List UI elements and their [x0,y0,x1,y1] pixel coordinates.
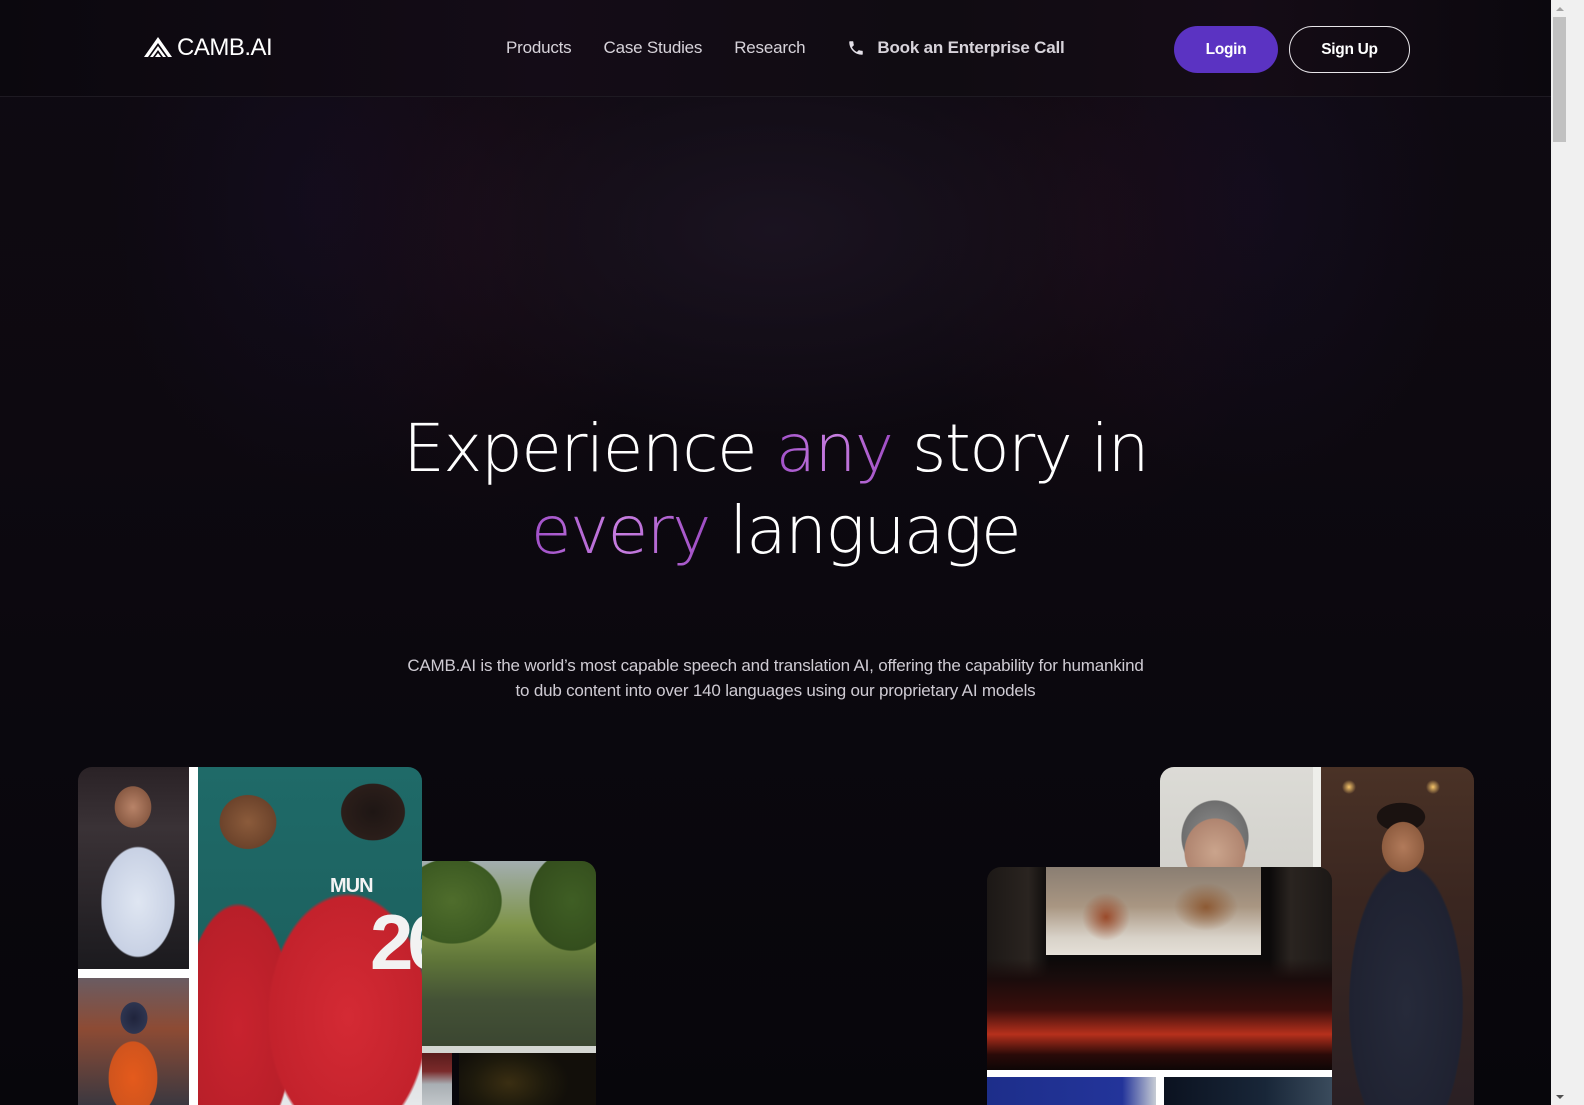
scroll-down-arrow-icon [1555,1094,1564,1099]
hero-title: Experience any story in every language [0,408,1551,572]
cinema-screen [1046,867,1261,955]
collage-divider [78,969,189,978]
outdoor-yoga-class-photo [422,861,596,1046]
logo-text: CAMB.AI [177,34,273,61]
jersey-number: 26 [370,898,422,986]
tennis-player-photo [78,767,189,969]
nav-products[interactable]: Products [506,38,572,58]
hero-title-part1: Experience [403,410,758,487]
american-football-player-photo [78,978,189,1105]
collage-divider [1313,767,1321,867]
page-background: CAMB.AI Products Case Studies Research B… [0,0,1551,1105]
hero-subtitle: CAMB.AI is the world’s most capable spee… [0,653,1551,703]
vertical-scrollbar[interactable] [1551,0,1584,1105]
top-navigation-bar: CAMB.AI Products Case Studies Research B… [0,0,1551,97]
scrollbar-thumb[interactable] [1553,17,1566,142]
camb-logo-icon [144,37,172,57]
dark-scene-photo-thumbnail [459,1053,596,1105]
hero-title-accent-any: any [775,410,894,487]
login-button[interactable]: Login [1174,26,1278,73]
collage-divider [1156,1077,1164,1105]
hero-subtitle-line1: CAMB.AI is the world’s most capable spee… [407,656,1144,675]
signup-button[interactable]: Sign Up [1289,26,1410,73]
blue-scene-photo-thumbnail [987,1077,1156,1105]
hero-title-part2: story in [911,410,1149,487]
scrollbar-track[interactable] [1551,0,1568,1105]
scroll-up-arrow-icon [1555,6,1564,11]
movie-theater-audience-photo [987,867,1332,1071]
elderly-woman-portrait-photo [1160,767,1320,867]
scroll-up-button[interactable] [1551,0,1568,17]
collage-divider [422,1046,596,1053]
tree-photo-thumbnail [422,1053,452,1105]
scrollbar-gutter [1568,0,1584,1105]
collage-divider [189,767,198,1105]
hero-title-accent-every: every [530,492,711,569]
main-nav: Products Case Studies Research Book an E… [506,38,1097,58]
hero-subtitle-line2: to dub content into over 140 languages u… [515,681,1036,700]
logo-link[interactable]: CAMB.AI [142,34,273,62]
nav-case-studies[interactable]: Case Studies [604,38,703,58]
phone-icon [849,41,864,55]
smiling-man-portrait-photo [1321,767,1474,1105]
scroll-down-button[interactable] [1551,1088,1568,1105]
jersey-text: MUN [330,875,374,897]
soccer-players-celebrating-photo: MUN 26 [198,767,422,1105]
hero-title-part3: language [729,492,1021,569]
collage-divider [987,1070,1332,1077]
book-enterprise-call-link[interactable]: Book an Enterprise Call [847,38,1065,58]
nav-research[interactable]: Research [734,38,805,58]
book-enterprise-call-label: Book an Enterprise Call [877,38,1065,57]
dark-blue-scene-photo-thumbnail [1164,1077,1332,1105]
